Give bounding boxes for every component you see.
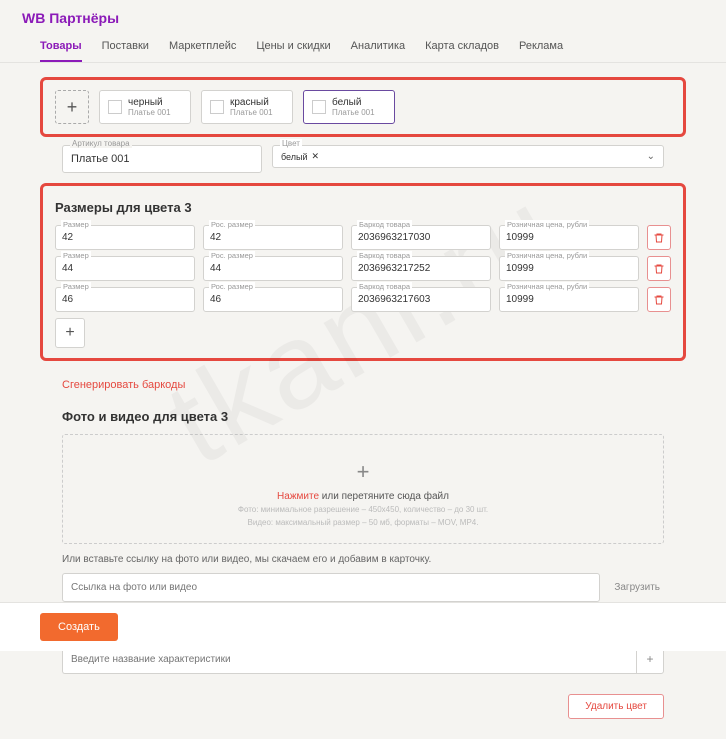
chip-remove-icon[interactable]: ✕ <box>312 151 320 162</box>
sizes-title: Размеры для цвета 3 <box>55 200 671 215</box>
color-name: черный <box>128 97 171 108</box>
link-hint-text: Или вставьте ссылку на фото или видео, м… <box>62 554 664 565</box>
delete-size-button[interactable] <box>647 225 671 250</box>
size-row: РазмерРос. размерБаркод товараРозничная … <box>55 225 671 250</box>
load-url-button[interactable]: Загрузить <box>610 576 664 599</box>
header: WB Партнёры <box>0 0 726 32</box>
main-tabs: Товары Поставки Маркетплейс Цены и скидк… <box>0 32 726 63</box>
delete-size-button[interactable] <box>647 256 671 281</box>
add-size-button[interactable]: + <box>55 318 85 348</box>
article-input[interactable] <box>62 145 262 173</box>
plus-icon: + <box>73 459 653 485</box>
upload-text: или перетяните сюда файл <box>319 491 449 502</box>
create-button[interactable]: Создать <box>40 613 118 641</box>
upload-press: Нажмите <box>277 491 319 502</box>
color-card-white[interactable]: белый Платье 001 <box>303 90 395 124</box>
chevron-down-icon: ⌄ <box>647 151 655 162</box>
media-url-input[interactable] <box>62 573 600 602</box>
delete-color-button[interactable]: Удалить цвет <box>568 694 664 719</box>
swatch-icon <box>210 100 224 114</box>
tab-products[interactable]: Товары <box>40 32 82 62</box>
color-chip-text: белый <box>281 152 308 162</box>
size-row: РазмерРос. размерБаркод товараРозничная … <box>55 287 671 312</box>
tab-ads[interactable]: Реклама <box>519 32 563 62</box>
upload-dropzone[interactable]: + Нажмите или перетяните сюда файл Фото:… <box>62 434 664 544</box>
color-name: белый <box>332 97 375 108</box>
color-card-red[interactable]: красный Платье 001 <box>201 90 293 124</box>
tab-prices[interactable]: Цены и скидки <box>256 32 330 62</box>
color-card-black[interactable]: черный Платье 001 <box>99 90 191 124</box>
generate-barcodes-button[interactable]: Сгенерировать баркоды <box>62 379 686 391</box>
sizes-frame: Размеры для цвета 3 РазмерРос. размерБар… <box>40 183 686 361</box>
footer-bar: Создать <box>0 602 726 651</box>
color-field-label: Цвет <box>280 139 302 148</box>
tab-analytics[interactable]: Аналитика <box>351 32 405 62</box>
upload-hint-2: Видео: максимальный размер – 50 мб, форм… <box>73 518 653 528</box>
tab-warehouses[interactable]: Карта складов <box>425 32 499 62</box>
swatch-icon <box>108 100 122 114</box>
media-title: Фото и видео для цвета 3 <box>62 409 686 424</box>
upload-hint-1: Фото: минимальное разрешение – 450x450, … <box>73 505 653 515</box>
article-label: Артикул товара <box>70 139 132 148</box>
tab-supplies[interactable]: Поставки <box>102 32 149 62</box>
color-sub: Платье 001 <box>230 108 273 117</box>
swatch-icon <box>312 100 326 114</box>
color-name: красный <box>230 97 273 108</box>
brand-title: WB Партнёры <box>22 10 704 26</box>
color-sub: Платье 001 <box>128 108 171 117</box>
color-selector-frame: + черный Платье 001 красный Платье 001 б… <box>40 77 686 137</box>
tab-marketplace[interactable]: Маркетплейс <box>169 32 236 62</box>
delete-size-button[interactable] <box>647 287 671 312</box>
color-select[interactable]: белый ✕ ⌄ <box>272 145 664 168</box>
size-row: РазмерРос. размерБаркод товараРозничная … <box>55 256 671 281</box>
add-color-button[interactable]: + <box>55 90 89 124</box>
color-sub: Платье 001 <box>332 108 375 117</box>
